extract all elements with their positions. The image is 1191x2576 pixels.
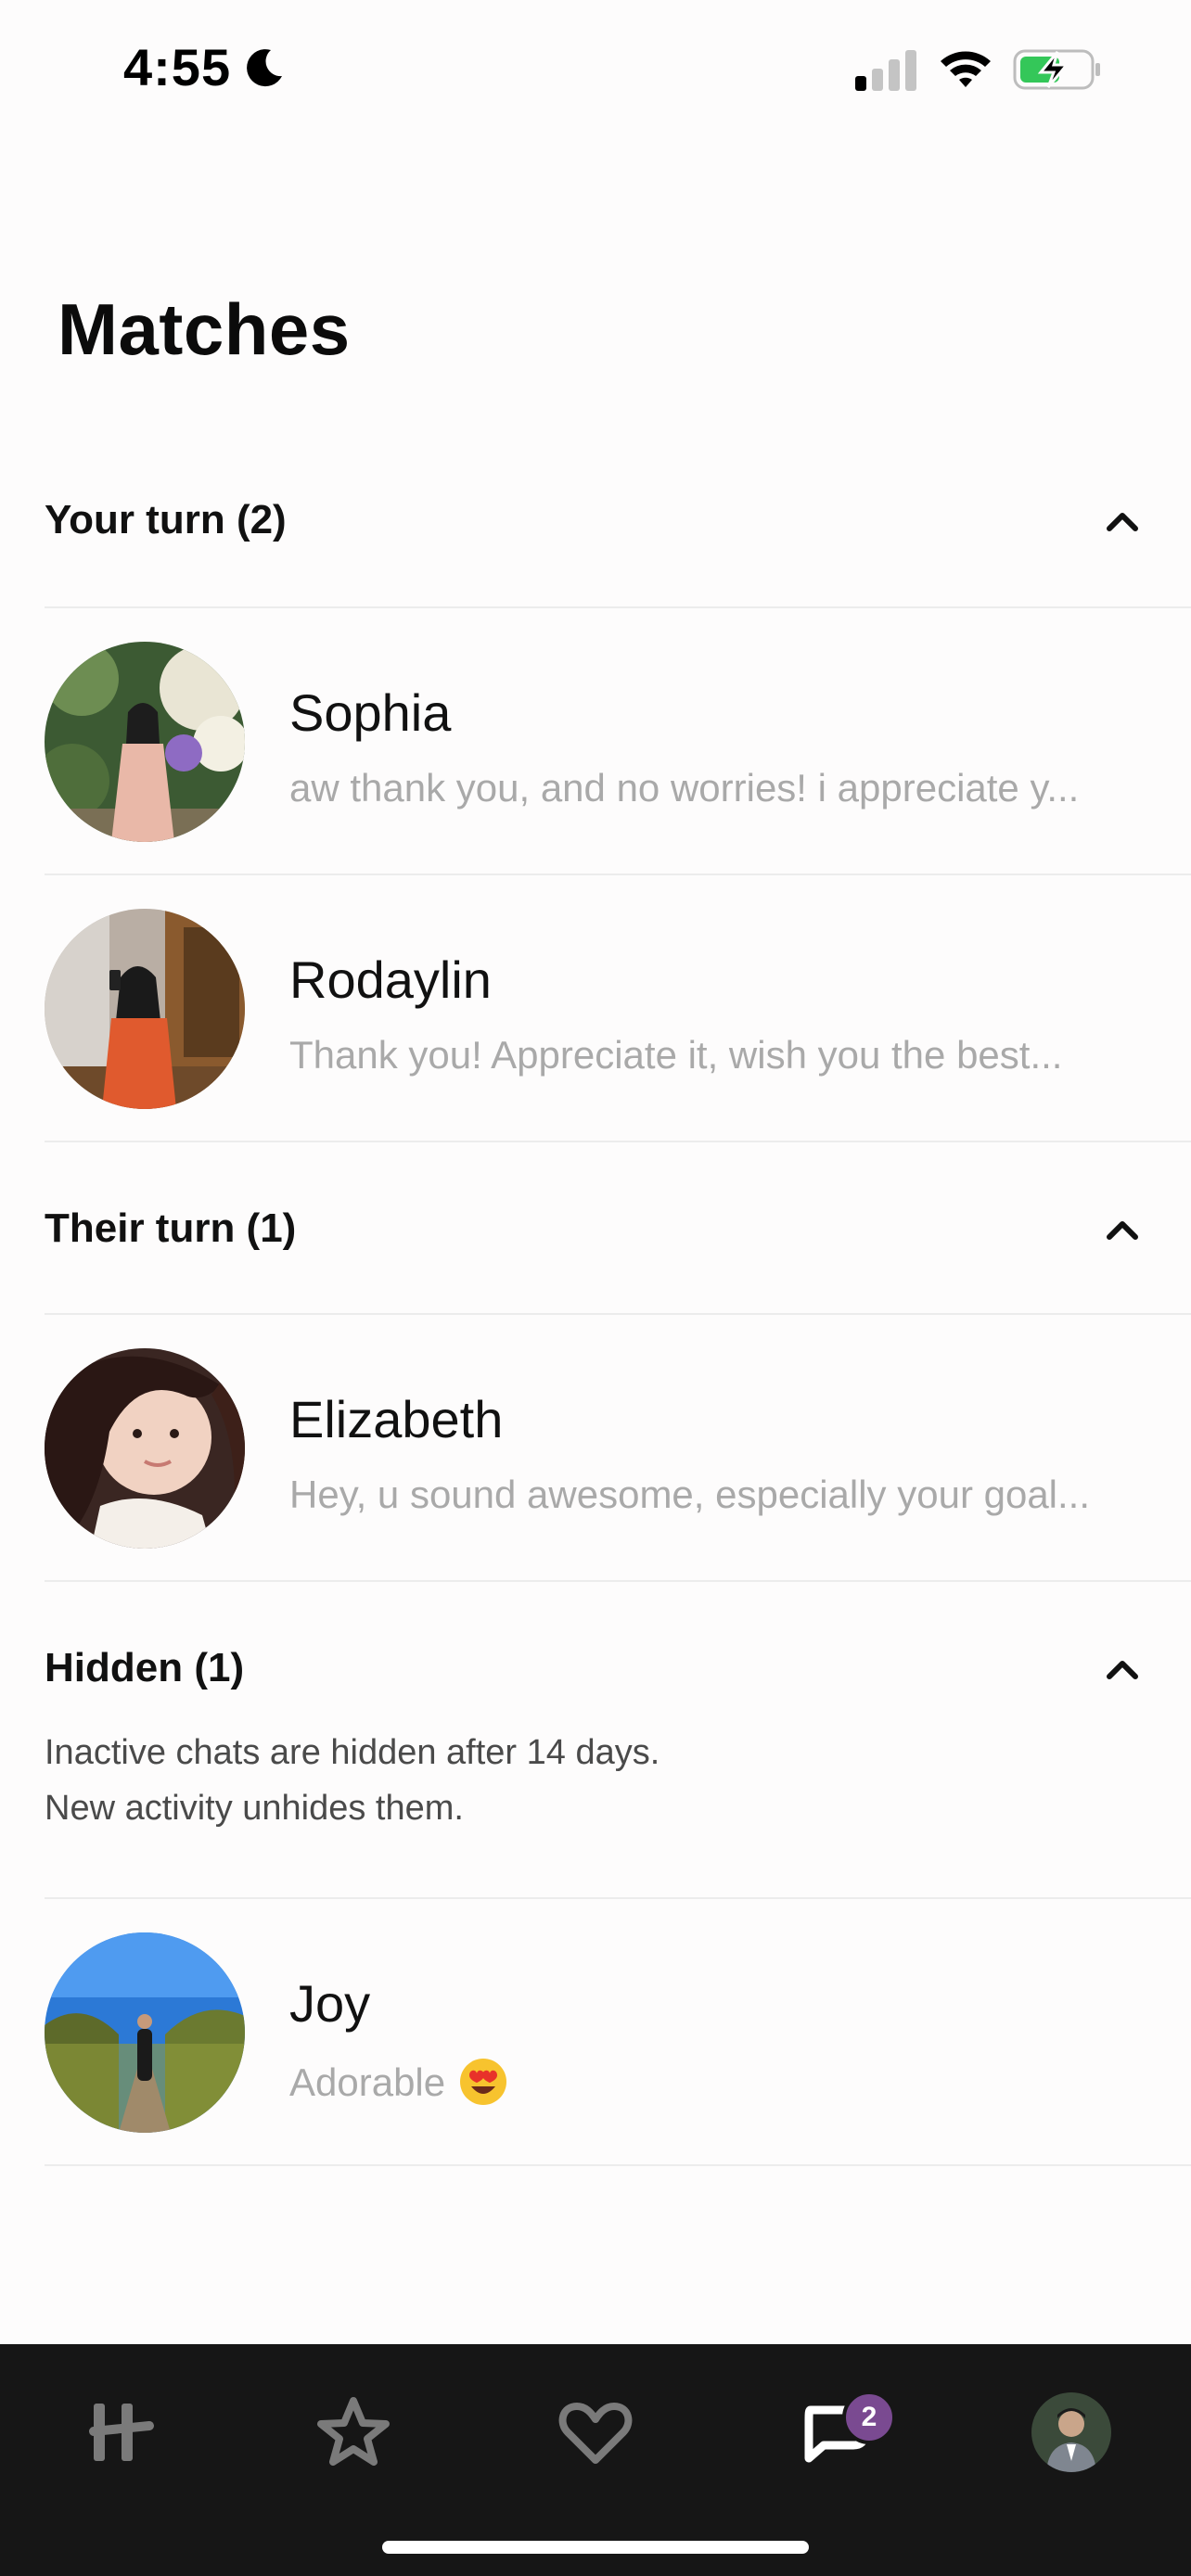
status-bar: 4:55 xyxy=(0,0,1191,139)
avatar xyxy=(45,909,245,1109)
match-preview-text: Adorable xyxy=(289,2060,446,2104)
nav-likes[interactable] xyxy=(544,2381,647,2483)
signal-icon xyxy=(855,50,916,91)
nav-standouts[interactable] xyxy=(302,2381,404,2483)
match-preview: aw thank you, and no worries! i apprecia… xyxy=(289,766,1080,810)
chevron-up-icon[interactable] xyxy=(1102,504,1143,536)
chat-badge: 2 xyxy=(842,2391,896,2444)
match-preview: Thank you! Appreciate it, wish you the b… xyxy=(289,1033,1063,1077)
match-row-elizabeth[interactable]: Elizabeth Hey, u sound awesome, especial… xyxy=(45,1315,1191,1580)
match-name: Elizabeth xyxy=(289,1390,504,1448)
matches-screen: 4:55 Matches Your turn (2) Sophia aw tha… xyxy=(0,0,1191,2576)
nav-home[interactable] xyxy=(67,2381,169,2483)
hinge-home-icon xyxy=(89,2404,154,2461)
star-icon xyxy=(317,2397,390,2466)
hidden-note-line: Inactive chats are hidden after 14 days. xyxy=(45,1733,660,1772)
match-row-sophia[interactable]: Sophia aw thank you, and no worries! i a… xyxy=(45,608,1191,874)
divider xyxy=(45,2164,1191,2166)
match-name: Joy xyxy=(289,1974,371,2033)
section-header-their-turn[interactable]: Their turn (1) xyxy=(45,1192,1191,1267)
page-title: Matches xyxy=(58,288,351,370)
wifi-icon xyxy=(941,51,991,87)
avatar xyxy=(45,642,245,842)
avatar xyxy=(45,1348,245,1549)
profile-avatar xyxy=(1031,2392,1111,2472)
divider xyxy=(45,1580,1191,1582)
status-time: 4:55 xyxy=(123,38,232,96)
match-preview: Adorable xyxy=(289,2057,1189,2107)
section-title: Hidden (1) xyxy=(45,1645,245,1690)
avatar xyxy=(45,1932,245,2133)
match-row-rodaylin[interactable]: Rodaylin Thank you! Appreciate it, wish … xyxy=(45,875,1191,1141)
section-header-your-turn[interactable]: Your turn (2) xyxy=(45,484,1191,558)
match-name: Sophia xyxy=(289,683,452,742)
hidden-note-line: New activity unhides them. xyxy=(45,1789,464,1828)
section-header-hidden[interactable]: Hidden (1) xyxy=(45,1632,1191,1706)
hidden-note: Inactive chats are hidden after 14 days.… xyxy=(45,1725,660,1836)
section-title: Their turn (1) xyxy=(45,1205,297,1251)
match-row-joy[interactable]: Joy Adorable xyxy=(45,1899,1191,2164)
home-indicator[interactable] xyxy=(382,2541,809,2554)
moon-icon xyxy=(247,49,282,87)
nav-matches[interactable]: 2 xyxy=(783,2381,896,2483)
divider xyxy=(45,1141,1191,1142)
heart-icon xyxy=(558,2403,633,2464)
match-preview: Hey, u sound awesome, especially your go… xyxy=(289,1473,1091,1516)
chevron-up-icon[interactable] xyxy=(1102,1213,1143,1244)
section-title: Your turn (2) xyxy=(45,497,287,542)
battery-charging-icon xyxy=(1013,49,1100,90)
nav-profile[interactable] xyxy=(1020,2381,1122,2483)
chevron-up-icon[interactable] xyxy=(1102,1652,1143,1684)
heart-eyes-icon xyxy=(460,2059,507,2105)
match-name: Rodaylin xyxy=(289,950,492,1009)
